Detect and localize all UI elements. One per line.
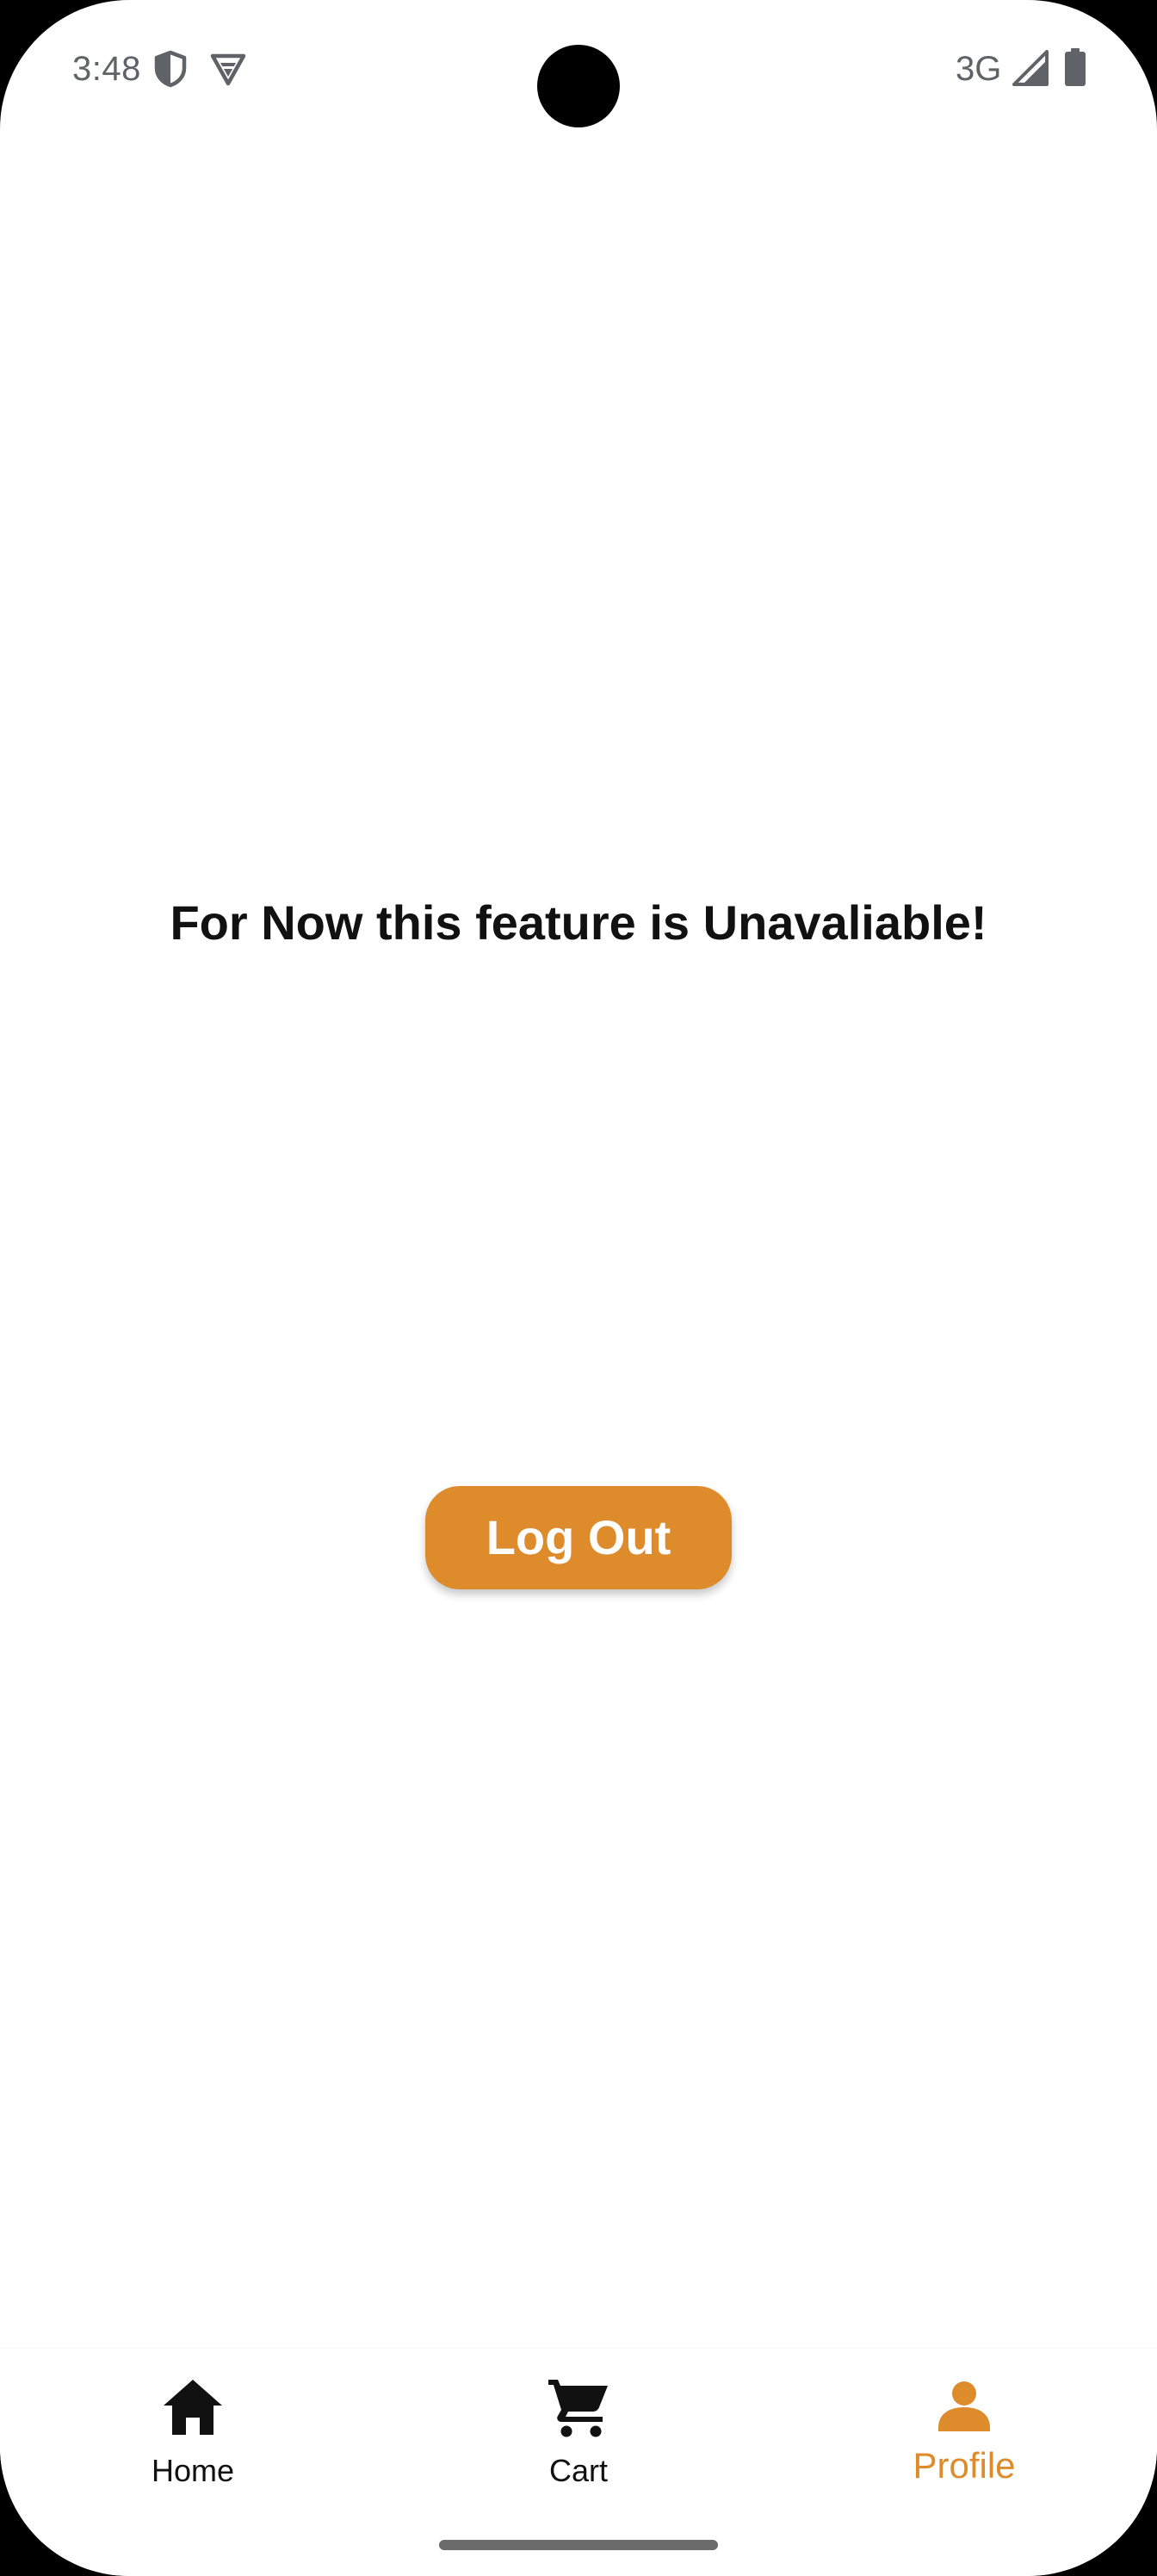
front-camera	[537, 45, 620, 127]
vpn-icon	[210, 53, 246, 86]
battery-icon	[1065, 48, 1086, 86]
gesture-navigation-bar[interactable]	[439, 2540, 718, 2550]
cart-icon	[548, 2380, 608, 2437]
nav-label-profile: Profile	[913, 2445, 1016, 2486]
phone-screen: 3:48 3G For Now this feature is Unavalia…	[0, 0, 1157, 2576]
signal-icon	[1012, 50, 1049, 86]
nav-item-cart[interactable]: Cart	[386, 2349, 771, 2512]
nav-label-cart: Cart	[548, 2453, 608, 2488]
nav-label-home: Home	[151, 2453, 235, 2488]
home-icon	[164, 2380, 222, 2435]
unavailable-message: For Now this feature is Unavaliable!	[170, 895, 987, 950]
nav-item-home[interactable]: Home	[0, 2349, 386, 2512]
shield-icon	[154, 50, 187, 88]
network-type: 3G	[956, 50, 1002, 88]
bottom-navigation: Home Cart Profile	[0, 2349, 1157, 2576]
person-icon	[938, 2381, 990, 2431]
status-time: 3:48	[72, 50, 141, 88]
logout-button[interactable]: Log Out	[425, 1486, 732, 1589]
nav-item-profile[interactable]: Profile	[771, 2349, 1157, 2512]
status-bar: 3:48 3G	[0, 0, 1157, 138]
